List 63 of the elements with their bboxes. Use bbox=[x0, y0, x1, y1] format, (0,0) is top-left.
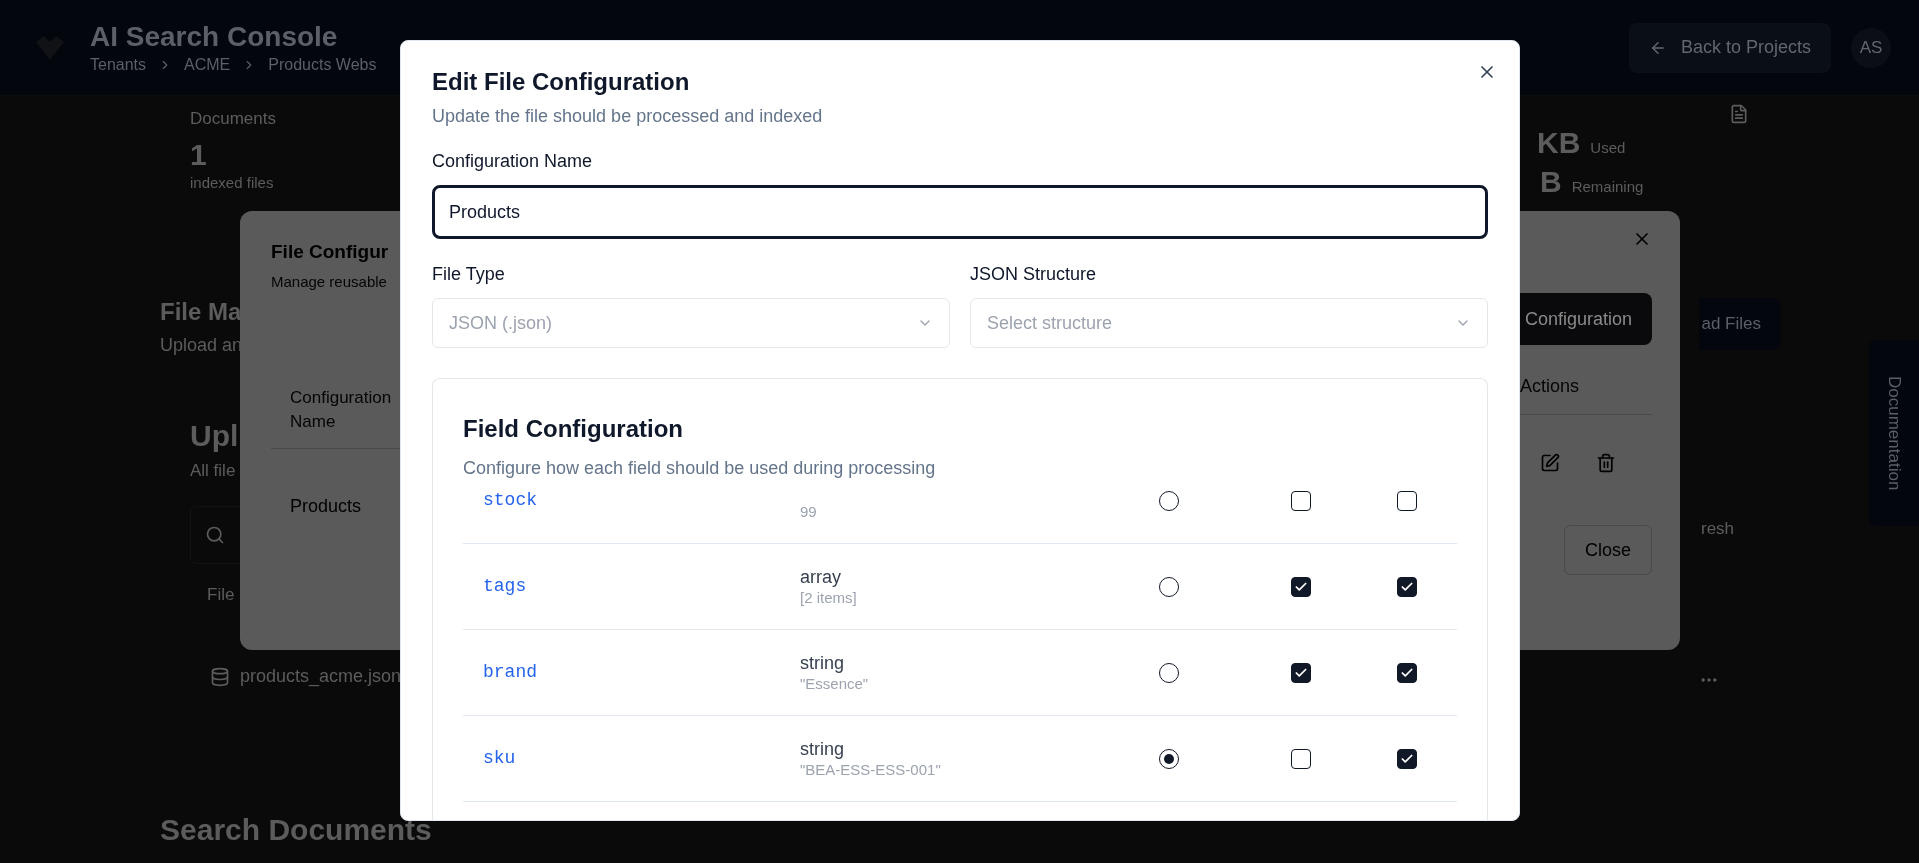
documentation-tab[interactable]: Documentation bbox=[1869, 340, 1919, 526]
dialog-subtitle: Update the file should be processed and indexed bbox=[432, 105, 824, 128]
field-sample: 99 bbox=[800, 501, 818, 522]
edit-icon[interactable] bbox=[1540, 453, 1560, 473]
stat-label: Used bbox=[1590, 138, 1626, 158]
back-button[interactable]: Back to Projects bbox=[1628, 22, 1831, 73]
checkbox[interactable] bbox=[1291, 490, 1311, 511]
checkbox[interactable] bbox=[1291, 748, 1311, 769]
field-sample: "Essence" bbox=[800, 673, 870, 694]
new-configuration-button[interactable]: Configuration bbox=[1520, 293, 1652, 345]
dialog-title: Edit File Configuration bbox=[432, 67, 691, 97]
card-title: Field Configuration bbox=[463, 414, 684, 444]
close-button[interactable]: Close bbox=[1564, 525, 1652, 575]
search-title: Search Documents bbox=[160, 812, 432, 848]
stat-value: 1 bbox=[190, 137, 207, 172]
breadcrumb-link[interactable]: ACME bbox=[184, 53, 231, 76]
field-label: Configuration Name bbox=[432, 150, 594, 173]
stat-caption: indexed files bbox=[190, 172, 274, 193]
name-input[interactable]: Products bbox=[432, 185, 1488, 239]
checkbox[interactable] bbox=[1291, 576, 1311, 597]
column-header: Configuration Name bbox=[290, 386, 393, 433]
checkbox[interactable] bbox=[1397, 490, 1417, 511]
files-label: File bbox=[207, 583, 235, 606]
stat-label: Remaining bbox=[1571, 177, 1644, 197]
field-name: stock bbox=[482, 489, 538, 512]
card-description: Configure how each field should be used during processing bbox=[463, 457, 937, 480]
dialog-subtitle: Manage reusable bbox=[271, 272, 387, 292]
file-name[interactable]: products_acme.json bbox=[240, 663, 402, 690]
field-type: array bbox=[800, 565, 842, 588]
upload-subtitle: All file bbox=[190, 460, 236, 482]
field-name: sku bbox=[482, 747, 517, 770]
refresh-label[interactable]: resh bbox=[1701, 516, 1735, 542]
field-label: File Type bbox=[432, 263, 506, 286]
field-sample: "BEA-ESS-ESS-001" bbox=[800, 759, 942, 780]
field-label: JSON Structure bbox=[970, 263, 1098, 286]
select-dropdown[interactable]: Select structure bbox=[970, 298, 1488, 348]
table-cell-text: Products bbox=[290, 494, 362, 518]
field-type: string bbox=[800, 737, 845, 760]
checkbox[interactable] bbox=[1397, 748, 1417, 769]
stat-value: B bbox=[1540, 165, 1562, 199]
trash-icon[interactable] bbox=[1596, 453, 1616, 473]
search-icon bbox=[205, 524, 225, 545]
upload-button[interactable]: ad Files bbox=[1699, 298, 1781, 350]
section-title: File Ma bbox=[160, 297, 242, 327]
field-type: string bbox=[800, 651, 845, 674]
breadcrumb-link[interactable]: Products Webs bbox=[268, 53, 377, 76]
breadcrumb-link[interactable]: Tenants bbox=[90, 53, 147, 76]
checkbox[interactable] bbox=[1291, 662, 1311, 683]
field-name: tags bbox=[482, 575, 528, 598]
avatar[interactable]: AS bbox=[1851, 27, 1891, 68]
checkbox[interactable] bbox=[1397, 662, 1417, 683]
stat-label: Documents bbox=[190, 108, 276, 130]
field-sample: [2 items] bbox=[800, 587, 858, 608]
app-title: AI Search Console bbox=[90, 19, 339, 54]
database-icon bbox=[210, 666, 230, 687]
upload-title: Upl bbox=[190, 418, 239, 454]
field-name: brand bbox=[482, 661, 538, 684]
select-dropdown[interactable]: JSON (.json) bbox=[432, 298, 950, 348]
column-header: Actions bbox=[1520, 375, 1580, 398]
dialog-title: File Configur bbox=[271, 240, 389, 264]
file-icon bbox=[1729, 104, 1749, 124]
checkbox[interactable] bbox=[1397, 576, 1417, 597]
stat-value: KB bbox=[1537, 126, 1581, 160]
